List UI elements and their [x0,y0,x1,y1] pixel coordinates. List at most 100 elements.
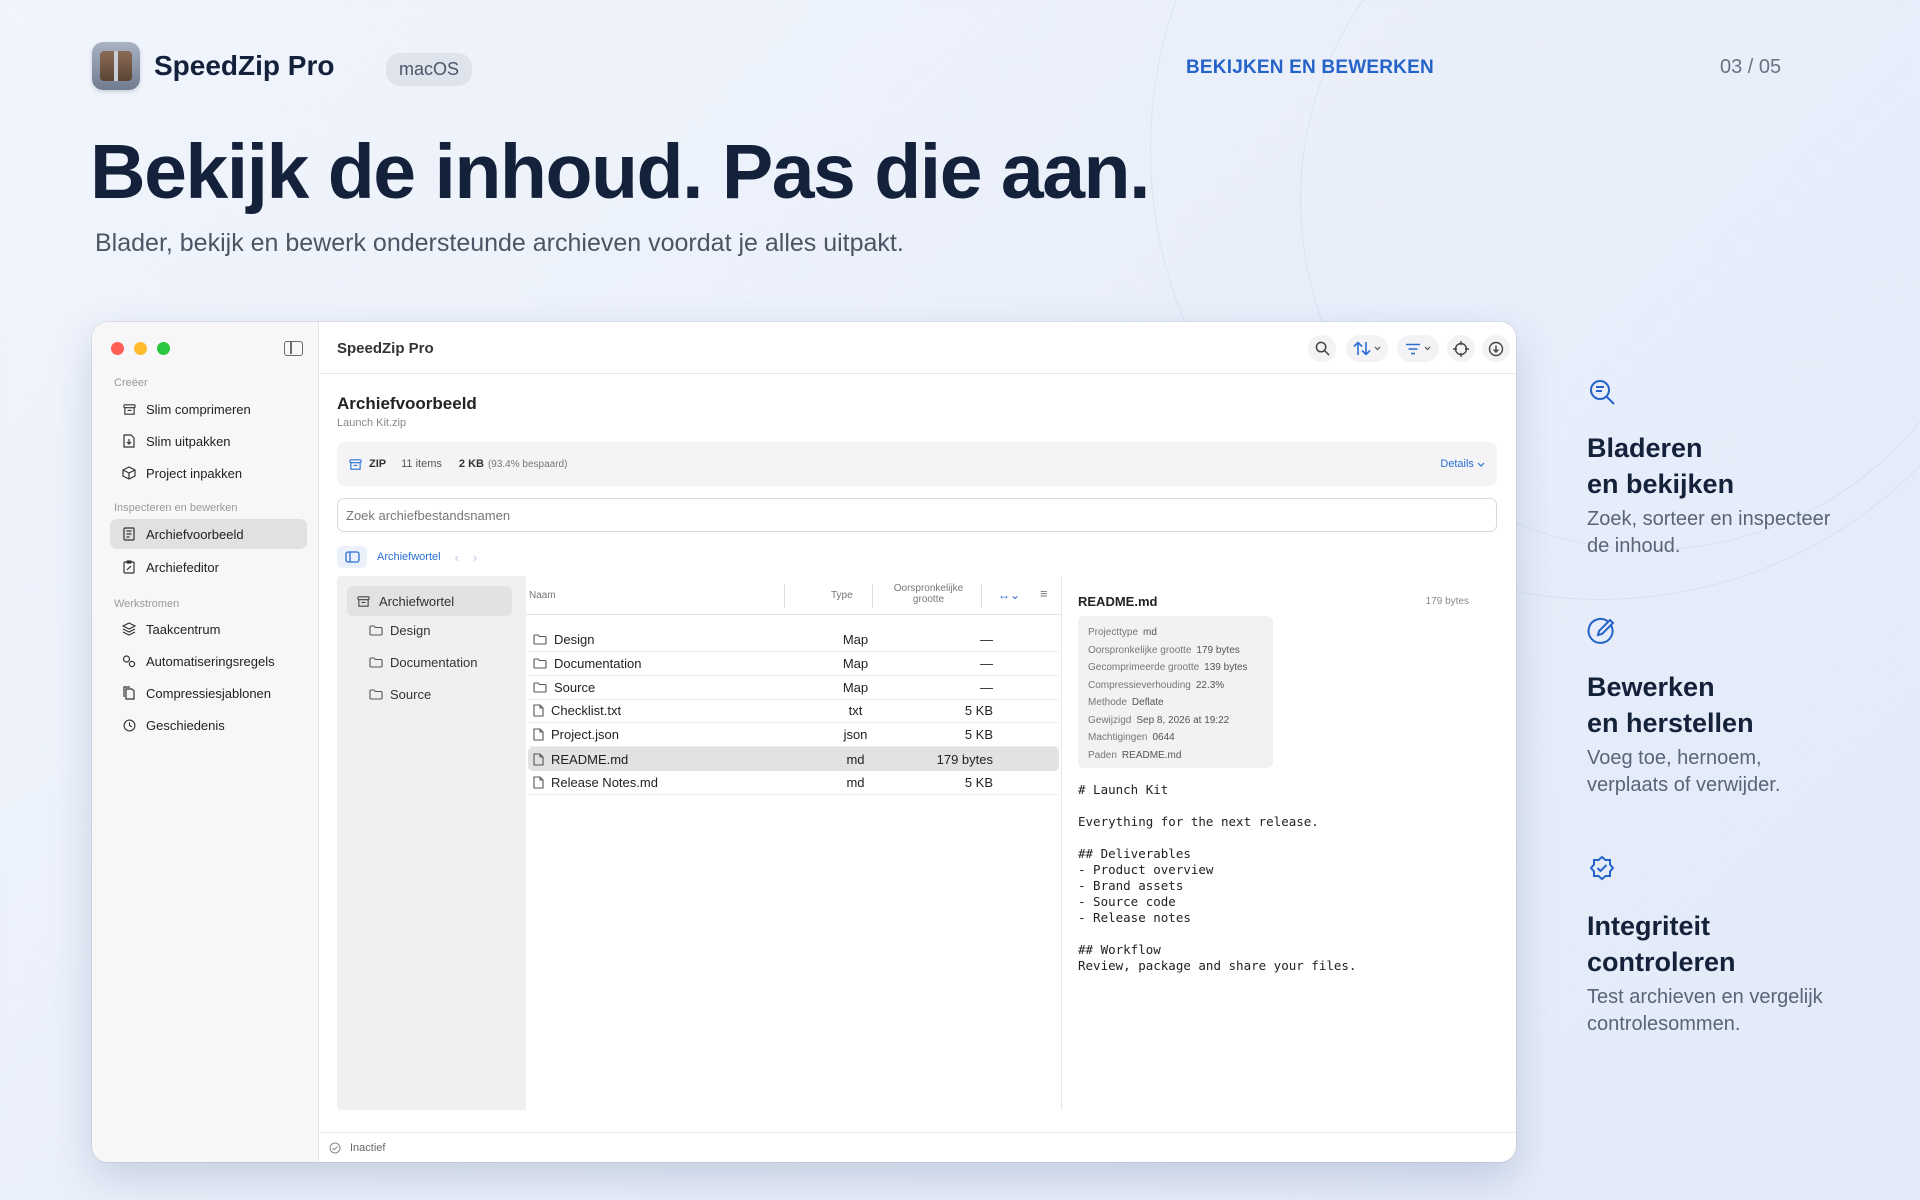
archive-title: Archiefvoorbeeld [337,394,477,413]
stack-icon [122,622,136,636]
table-row[interactable]: Source Map — [528,676,1059,700]
search-button[interactable] [1308,335,1336,362]
feature-browse: Bladeren en bekijken Zoek, sorteer en ins… [1587,377,1847,560]
file-preview-pane: README.md 179 bytes Projecttype md Oorspro… [1061,576,1483,1110]
window-controls [111,342,170,355]
document-icon [533,704,544,717]
column-header-type[interactable]: Type [831,590,853,601]
folder-icon [533,682,547,693]
sidebar-section-workflows: Werkstromen [114,598,180,610]
feature-description: Voeg toe, hernoem, verplaats of verwijde… [1587,747,1781,796]
preview-content: # Launch Kit Everything for the next rel… [1078,782,1357,973]
filter-lines-icon [1406,343,1420,354]
gears-icon [122,654,136,668]
details-button[interactable]: Details [1440,458,1485,470]
file-size-cell: 5 KB [964,775,993,790]
file-size-cell: 5 KB [964,727,993,742]
folder-icon [369,625,383,636]
sidebar-section-create: Creëer [114,377,148,389]
sidebar-item-compression-templates[interactable]: Compressiesjablonen [110,678,307,708]
app-window: Creëer Slim comprimeren Slim uitpakken P… [92,322,1516,1162]
sidebar-item-smart-extract[interactable]: Slim uitpakken [110,426,307,456]
folder-icon [533,634,547,645]
sort-button[interactable] [1346,335,1388,362]
search-document-icon [1590,380,1615,405]
metadata-row: Compressieverhouding 22.3% [1088,679,1225,691]
sidebar-item-package-project[interactable]: Project inpakken [110,458,307,488]
sidebar-item-archive-editor[interactable]: Archiefeditor [110,552,307,582]
archive-box-icon [122,402,136,416]
document-icon [533,752,544,766]
file-name-cell: Checklist.txt [528,703,818,718]
file-name-cell: Source [528,680,818,695]
breadcrumb: Archiefwortel ‹ › [337,545,491,569]
file-type-cell: Map [842,656,869,671]
breadcrumb-root[interactable]: Archiefwortel [377,551,441,563]
table-row[interactable]: README.md md 179 bytes [528,747,1059,771]
brand-name: SpeedZip Pro [154,50,335,81]
sidebar: Creëer Slim comprimeren Slim uitpakken P… [92,322,319,1162]
feature-edit: Bewerken en herstellen Voeg toe, hernoem,… [1587,616,1847,799]
back-arrow-icon[interactable]: ‹ [455,550,459,565]
locate-button[interactable] [1447,335,1475,362]
window-title: SpeedZip Pro [337,340,434,357]
preview-filesize: 179 bytes [1425,596,1469,607]
file-type-cell: txt [848,703,863,718]
folder-icon [369,689,383,700]
file-type-cell: json [843,727,868,742]
metadata-row: Machtigingen 0644 [1088,732,1175,743]
platform-badge: macOS [386,53,473,86]
sidebar-item-task-center[interactable]: Taakcentrum [110,614,307,644]
download-circle-icon [1488,341,1504,356]
section-tag: BEKIJKEN EN BEWERKEN [1186,57,1434,78]
sidebar-item-history[interactable]: Geschiedenis [110,710,307,740]
sidebar-item-archive-preview[interactable]: Archiefvoorbeeld [110,519,307,549]
toggle-tree-button[interactable] [337,546,367,568]
metadata-row: Methode Deflate [1088,697,1164,708]
column-header-size[interactable]: Oorspronkelijke grootte [881,583,976,605]
extract-button[interactable] [1482,335,1510,362]
list-options-icon[interactable]: ≡ [1040,586,1048,601]
forward-arrow-icon[interactable]: › [473,550,477,565]
table-row[interactable]: Design Map — [528,628,1059,652]
toolbar: SpeedZip Pro [319,322,1516,374]
file-type-cell: Map [842,680,869,695]
sidebar-item-smart-compress[interactable]: Slim comprimeren [110,394,307,424]
brand: SpeedZip Pro [92,42,334,90]
main-content: SpeedZip Pro Archiefvoorbeeld Launch Kit… [319,322,1516,1162]
feature-description: Test archieven en vergelijk controlesomm… [1587,986,1823,1035]
folder-icon [369,657,383,668]
document-template-icon [122,686,136,700]
minimize-window-button[interactable] [134,342,147,355]
table-row[interactable]: Project.json json 5 KB [528,723,1059,747]
table-row[interactable]: Checklist.txt txt 5 KB [528,699,1059,723]
tree-item-root[interactable]: Archiefwortel [347,586,512,616]
document-preview-icon [122,527,136,541]
tree-item-documentation[interactable]: Documentation [369,655,477,670]
edit-pencil-circle-icon [1587,617,1615,644]
file-size-cell: 5 KB [964,703,993,718]
sidebar-item-automation-rules[interactable]: Automatiseringsregels [110,646,307,676]
column-resize-icon[interactable]: ↔⌄ [998,588,1020,602]
zoom-window-button[interactable] [157,342,170,355]
tree-item-source[interactable]: Source [369,687,431,702]
table-row[interactable]: Documentation Map — [528,652,1059,676]
feature-title: Integriteit controleren [1587,911,1736,977]
status-text: Inactief [350,1141,386,1154]
file-size-cell: — [980,656,993,671]
metadata-row: Oorspronkelijke grootte 179 bytes [1088,644,1240,656]
close-window-button[interactable] [111,342,124,355]
search-input[interactable]: Zoek archiefbestandsnamen [337,498,1497,532]
feature-title: Bladeren en bekijken [1587,433,1735,499]
filter-button[interactable] [1397,335,1439,362]
column-header-name[interactable]: Naam [529,590,556,601]
chevron-down-icon [1477,462,1485,467]
page-counter: 03 / 05 [1720,56,1782,78]
table-row[interactable]: Release Notes.md md 5 KB [528,771,1059,795]
metadata-row: Gewijzigd Sep 8, 2026 at 19:22 [1088,714,1230,726]
sidebar-toggle-icon[interactable] [284,341,303,356]
subheadline: Blader, bekijk en bewerk ondersteunde ar… [95,229,904,257]
tree-item-design[interactable]: Design [369,623,430,638]
chevron-down-icon [1374,346,1381,351]
headline: Bekijk de inhoud. Pas die aan. [90,129,1150,215]
